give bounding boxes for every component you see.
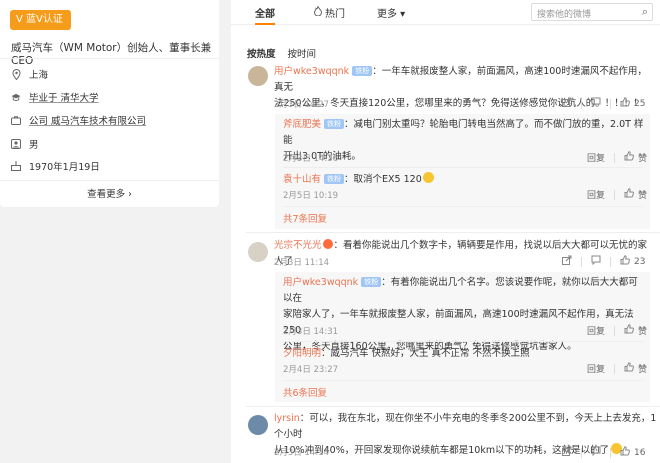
reply-button[interactable]: 回复	[587, 188, 605, 201]
comment-time: 2月3日 14:27	[274, 100, 330, 110]
reply-actions: 回复 赞	[587, 362, 647, 375]
like-icon[interactable]	[624, 188, 634, 201]
like-icon[interactable]	[624, 151, 634, 164]
view-all-replies-link[interactable]: 共7条回复	[283, 211, 327, 225]
reply-text: 用户wke3wqqnk 铁粉 ：有着你能说出几个名字。您该说要作呢，就你以后大大都…	[283, 277, 638, 352]
briefcase-icon	[11, 115, 21, 125]
location-pin-icon	[11, 68, 21, 80]
reply-text: 夕阳明明：威马汽车 快熬好，大王 真不正常 不然不换上照	[283, 348, 530, 359]
comment-actions: 25	[562, 97, 645, 110]
info-company: 公司 威马汽车技术有限公司	[11, 113, 146, 127]
comment-actions: 23	[562, 255, 645, 268]
like-count: 16	[634, 447, 646, 458]
reply-time: 2月3日 14:31	[283, 327, 339, 337]
reply-button[interactable]: 回复	[587, 324, 605, 337]
fan-tag: 铁粉	[324, 174, 345, 184]
like-icon[interactable]	[624, 324, 634, 337]
comment-username[interactable]: 光宗不光光	[274, 240, 322, 251]
user-icon	[11, 139, 21, 149]
comment-actions: 16	[562, 446, 645, 459]
reply-time: 2月4日 23:27	[283, 365, 339, 375]
like-icon[interactable]	[620, 97, 630, 110]
sort-by-hot[interactable]: 按热度	[247, 46, 276, 60]
flame-icon	[313, 5, 323, 19]
tab-all[interactable]: 全部	[255, 5, 275, 20]
divider	[0, 58, 219, 59]
like-count: 23	[634, 256, 646, 267]
tab-more-dropdown[interactable]: 更多 ▾	[377, 5, 405, 20]
graduation-cap-icon	[11, 92, 21, 102]
reply-username[interactable]: 斧底肥美	[283, 119, 321, 130]
reply-actions: 回复 赞	[587, 324, 647, 337]
reply-actions: 回复 赞	[587, 188, 647, 201]
fan-tag: 铁粉	[361, 277, 382, 287]
comment-time: 2月3日 14:14	[274, 448, 330, 458]
profile-bio: 威马汽车（WM Motor）创始人、董事长兼CEO	[11, 42, 212, 67]
fan-tag: 铁粉	[352, 66, 373, 76]
tab-bar: 全部 热门 更多 ▾ 搜索他的微博 ⌕	[231, 0, 660, 25]
comment-username[interactable]: lyrsin	[274, 413, 300, 424]
grin-emoji-icon	[422, 172, 434, 183]
fan-tag: 铁粉	[324, 119, 345, 129]
reply-thread: 斧底肥美 铁粉 ：减电门别太重吗？轮胎电门转电当然高了。而不做门放的重，2.0T …	[275, 114, 650, 229]
like-icon[interactable]	[620, 255, 630, 268]
view-all-replies-link[interactable]: 共6条回复	[283, 385, 327, 399]
search-input[interactable]: 搜索他的微博 ⌕	[531, 3, 653, 21]
like-count: 25	[634, 98, 646, 109]
cake-icon	[11, 161, 21, 171]
avatar[interactable]	[248, 66, 268, 86]
reply-button[interactable]: 回复	[587, 362, 605, 375]
reply-time: 2月3日 14:36	[283, 154, 339, 164]
tab-hot[interactable]: 热门	[313, 5, 345, 20]
verified-badge[interactable]: V 蓝V认证	[10, 10, 71, 30]
share-icon[interactable]	[562, 446, 572, 459]
share-icon[interactable]	[562, 255, 572, 268]
comment-icon[interactable]	[591, 255, 601, 268]
reply-username[interactable]: 袁十山有	[283, 174, 321, 185]
tab-active-indicator	[255, 23, 275, 25]
info-location: 上海	[11, 67, 48, 81]
avatar[interactable]	[248, 415, 268, 435]
fire-emoji-icon	[322, 239, 333, 249]
comment-icon[interactable]	[591, 446, 601, 459]
like-icon[interactable]	[620, 446, 630, 459]
comment-icon[interactable]	[591, 97, 601, 110]
divider	[0, 180, 219, 181]
info-gender: 男	[11, 137, 39, 151]
info-birthday: 1970年1月19日	[11, 159, 100, 173]
avatar[interactable]	[248, 242, 268, 262]
comment-username[interactable]: 用户wke3wqqnk	[274, 66, 349, 77]
view-more-link[interactable]: 查看更多 ›	[0, 186, 219, 200]
sort-options: 按热度 按时间	[247, 46, 316, 60]
share-icon[interactable]	[562, 97, 572, 110]
sort-by-time[interactable]: 按时间	[288, 46, 317, 60]
info-school: 毕业于 清华大学	[11, 90, 99, 104]
like-icon[interactable]	[624, 362, 634, 375]
search-icon[interactable]: ⌕	[642, 5, 648, 19]
reply-username[interactable]: 用户wke3wqqnk	[283, 277, 358, 288]
comment-time: 2月3日 11:14	[274, 258, 330, 268]
reply-time: 2月5日 10:19	[283, 191, 339, 201]
reply-text: 袁十山有 铁粉 ：取消个EX5 120	[283, 172, 645, 188]
reply-username[interactable]: 夕阳明明	[283, 348, 321, 359]
reply-actions: 回复 赞	[587, 151, 647, 164]
reply-button[interactable]: 回复	[587, 151, 605, 164]
profile-card: V 蓝V认证 威马汽车（WM Motor）创始人、董事长兼CEO 上海 毕业于 …	[0, 0, 219, 207]
reply-thread: 用户wke3wqqnk 铁粉 ：有着你能说出几个名字。您该说要作呢，就你以后大大都…	[275, 272, 650, 402]
